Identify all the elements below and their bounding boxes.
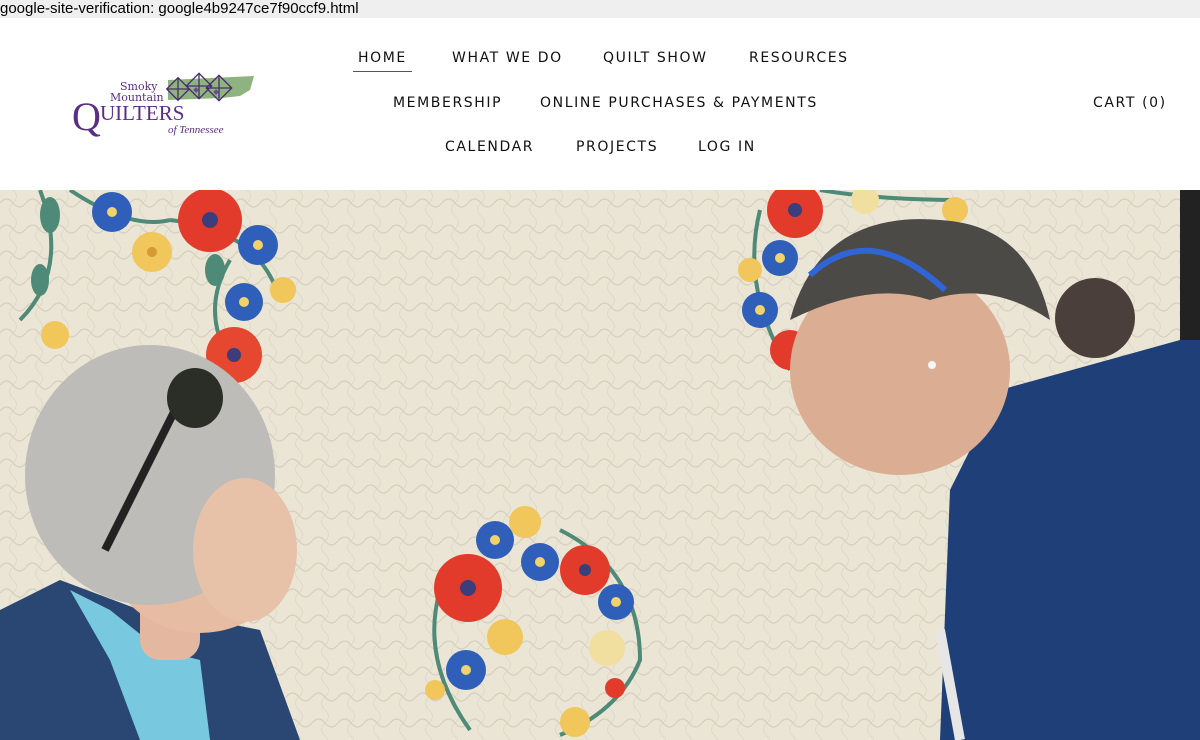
nav-item-resources[interactable]: RESOURCES [749, 48, 849, 68]
nav-item-quilt-show[interactable]: QUILT SHOW [603, 48, 708, 68]
nav-item-log-in[interactable]: LOG IN [698, 137, 756, 157]
hero-photo-quilters [0, 190, 1200, 740]
nav-item-what-we-do[interactable]: WHAT WE DO [452, 48, 563, 68]
main-nav: HOME WHAT WE DO QUILT SHOW RESOURCES MEM… [0, 18, 1200, 190]
nav-item-membership[interactable]: MEMBERSHIP [393, 93, 502, 113]
cart-link[interactable]: CART (0) [1093, 93, 1167, 113]
nav-item-calendar[interactable]: CALENDAR [445, 137, 534, 157]
site-header: Smoky Mountain Q UILTERS of Tennessee HO… [0, 18, 1200, 190]
nav-item-online-purchases[interactable]: ONLINE PURCHASES & PAYMENTS [540, 93, 818, 113]
site-verification-text: google-site-verification: google4b9247ce… [0, 0, 1200, 18]
hero-image [0, 190, 1200, 740]
nav-item-projects[interactable]: PROJECTS [576, 137, 658, 157]
nav-item-home[interactable]: HOME [353, 48, 412, 72]
